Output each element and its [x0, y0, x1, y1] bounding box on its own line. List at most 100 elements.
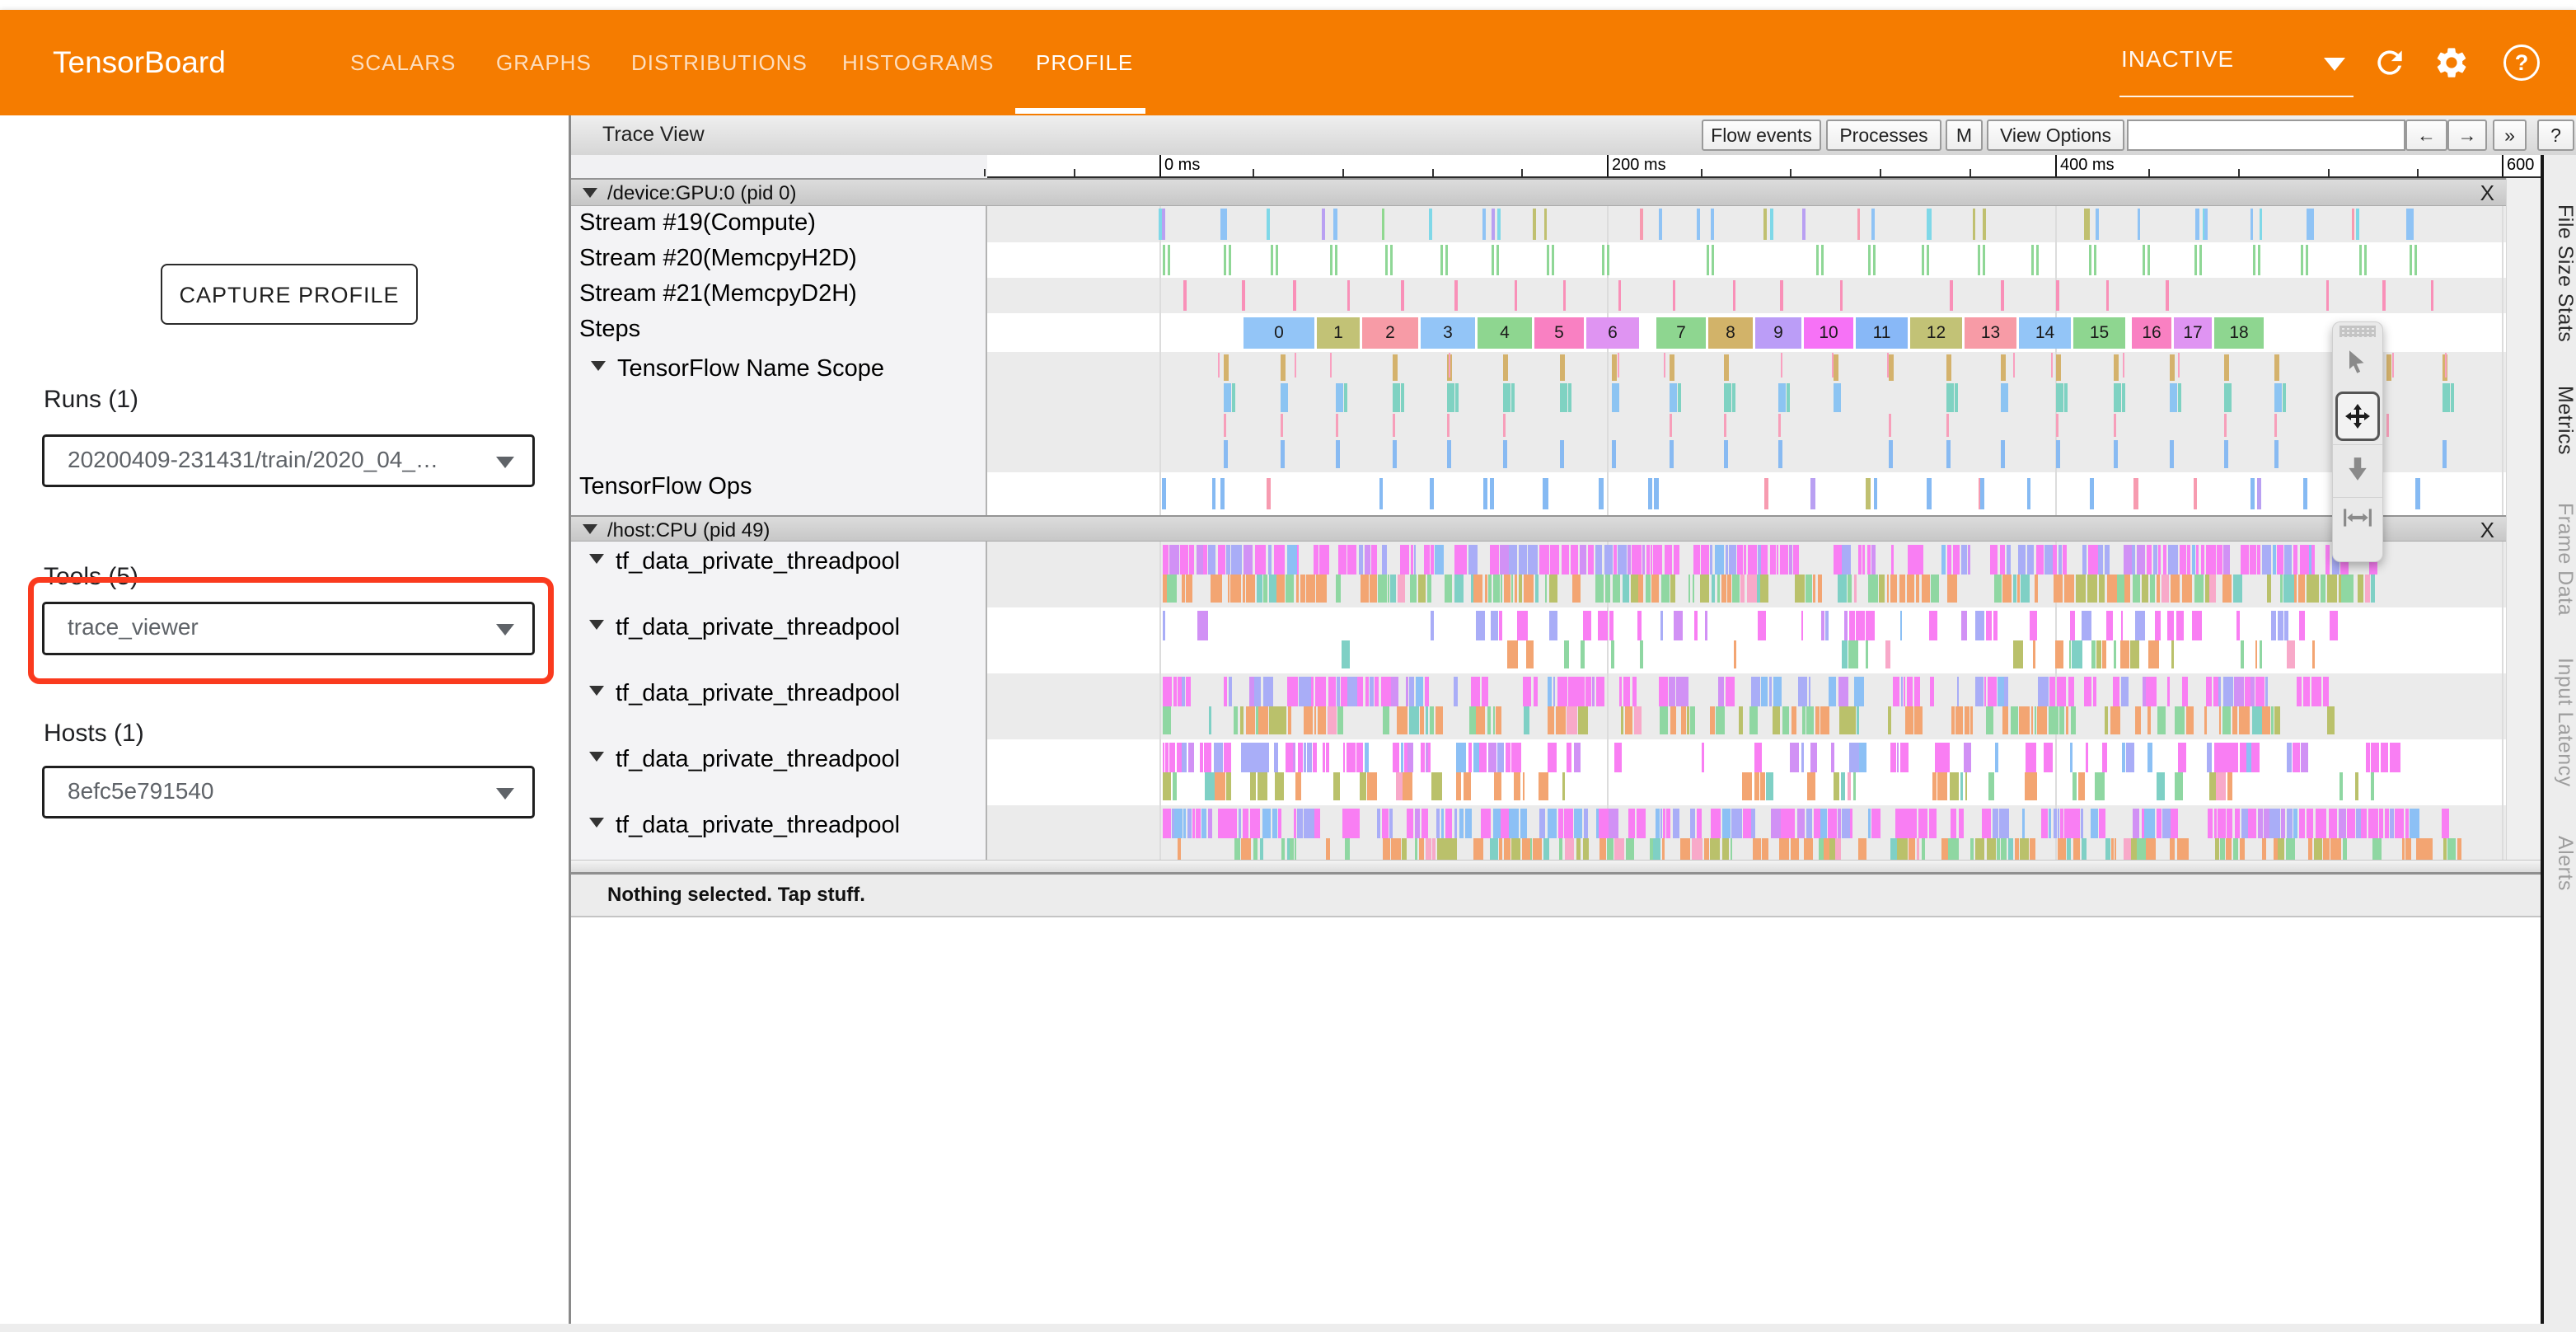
gpu-section-header[interactable]: /device:GPU:0 (pid 0) X [571, 178, 2506, 206]
tab-distributions[interactable]: DISTRIBUTIONS [631, 10, 808, 115]
tab-file-size-stats[interactable]: File Size Stats [2549, 204, 2576, 340]
tab-frame-data[interactable]: Frame Data [2549, 503, 2576, 614]
runs-select[interactable]: 20200409-231431/train/2020_04_… [42, 434, 535, 487]
hosts-label: Hosts (1) [44, 720, 144, 748]
trace-help-button[interactable]: ? [2537, 120, 2574, 151]
step-block-5[interactable]: 5 [1534, 317, 1584, 349]
capture-profile-button[interactable]: CAPTURE PROFILE [161, 264, 418, 325]
step-block-2[interactable]: 2 [1362, 317, 1418, 349]
tab-alerts[interactable]: Alerts [2549, 836, 2576, 898]
refresh-icon[interactable] [2372, 45, 2408, 81]
trace-tools-toolbar [2332, 321, 2383, 562]
ruler-minor-tick [1074, 169, 1075, 176]
step-block-7[interactable]: 7 [1656, 317, 1706, 349]
timing-tool-button[interactable] [2333, 497, 2382, 549]
tab-profile[interactable]: PROFILE [1036, 10, 1133, 115]
tab-histograms[interactable]: HISTOGRAMS [842, 10, 994, 115]
cpu-close-button[interactable]: X [2480, 518, 2494, 543]
detail-panel-body [571, 917, 2543, 1324]
time-ruler[interactable]: 0 ms200 ms400 ms600 [571, 155, 2543, 178]
step-block-4[interactable]: 4 [1478, 317, 1532, 349]
run-status-dropdown[interactable]: INACTIVE [2119, 10, 2354, 115]
track-label[interactable]: tf_data_private_threadpool [589, 614, 900, 641]
tools-select[interactable]: trace_viewer [42, 602, 535, 655]
step-block-17[interactable]: 17 [2174, 317, 2212, 349]
track-label[interactable]: tf_data_private_threadpool [589, 746, 900, 773]
cpu-section-header[interactable]: /host:CPU (pid 49) X [571, 515, 2506, 542]
track-label[interactable]: tf_data_private_threadpool [589, 680, 900, 707]
trace-view-title: Trace View [602, 123, 705, 147]
ruler-major-tick [2055, 155, 2057, 176]
gpu-close-button[interactable]: X [2480, 181, 2494, 206]
step-block-6[interactable]: 6 [1586, 317, 1639, 349]
track-label[interactable]: tf_data_private_threadpool [589, 812, 900, 839]
flow-events-button[interactable]: Flow events [1702, 120, 1821, 151]
chevron-down-icon [496, 457, 514, 468]
step-block-1[interactable]: 1 [1317, 317, 1360, 349]
tensorboard-logo: TensorBoard [53, 10, 226, 115]
step-block-12[interactable]: 12 [1910, 317, 1962, 349]
gear-icon[interactable] [2433, 45, 2470, 81]
step-block-14[interactable]: 14 [2019, 317, 2071, 349]
more-button[interactable]: » [2493, 120, 2527, 151]
processes-button[interactable]: Processes [1826, 120, 1941, 151]
tab-input-latency[interactable]: Input Latency [2549, 658, 2576, 791]
ruler-minor-tick [2238, 169, 2240, 176]
help-icon[interactable]: ? [2503, 45, 2540, 81]
horizontal-scroll-strip[interactable] [571, 860, 2543, 872]
ruler-minor-tick [2417, 169, 2419, 176]
metrics-m-button[interactable]: M [1946, 120, 1983, 151]
step-block-10[interactable]: 10 [1804, 317, 1853, 349]
zoom-tool-button[interactable] [2333, 444, 2382, 496]
track-label-text: Stream #20(MemcpyH2D) [579, 245, 857, 271]
step-block-16[interactable]: 16 [2132, 317, 2171, 349]
collapse-arrow-icon[interactable] [589, 818, 604, 828]
track-label-text: TensorFlow Ops [579, 473, 752, 500]
collapse-arrow-icon[interactable] [589, 686, 604, 696]
track-label-text: tf_data_private_threadpool [616, 812, 900, 838]
collapse-arrow-icon[interactable] [583, 524, 597, 534]
tools-select-value: trace_viewer [68, 614, 199, 640]
collapse-arrow-icon[interactable] [589, 620, 604, 630]
step-block-8[interactable]: 8 [1708, 317, 1753, 349]
track-label[interactable]: tf_data_private_threadpool [589, 548, 900, 575]
ruler-minor-tick [1701, 169, 1703, 176]
nav-left-button[interactable]: ← [2405, 120, 2447, 151]
ruler-major-tick [1607, 155, 1609, 176]
step-block-18[interactable]: 18 [2214, 317, 2264, 349]
tab-graphs[interactable]: GRAPHS [496, 10, 592, 115]
collapse-arrow-icon[interactable] [591, 361, 606, 371]
hosts-select[interactable]: 8efc5e791540 [42, 766, 535, 818]
pan-tool-button[interactable] [2335, 392, 2380, 441]
collapse-arrow-icon[interactable] [589, 752, 604, 762]
selection-tool-button[interactable] [2333, 339, 2382, 390]
ruler-tick-label: 400 ms [2060, 156, 2115, 175]
tab-metrics[interactable]: Metrics [2549, 386, 2576, 464]
runs-label: Runs (1) [44, 386, 138, 414]
ruler-corner [571, 155, 987, 178]
collapse-arrow-icon[interactable] [583, 188, 597, 198]
track-label-text: tf_data_private_threadpool [616, 548, 900, 575]
vertical-scrollbar[interactable] [2506, 178, 2543, 860]
view-options-button[interactable]: View Options [1987, 120, 2124, 151]
step-block-15[interactable]: 15 [2073, 317, 2125, 349]
step-block-13[interactable]: 13 [1965, 317, 2016, 349]
step-block-0[interactable]: 0 [1244, 317, 1314, 349]
collapse-arrow-icon[interactable] [589, 554, 604, 564]
chevron-down-icon [496, 624, 514, 636]
chevron-down-icon [496, 788, 514, 800]
dropdown-underline [2119, 96, 2354, 97]
ruler-minor-tick [1521, 169, 1523, 176]
ruler-minor-tick [2328, 169, 2330, 176]
step-block-11[interactable]: 11 [1856, 317, 1908, 349]
track-label[interactable]: TensorFlow Name Scope [591, 355, 884, 382]
runs-select-value: 20200409-231431/train/2020_04_… [68, 447, 438, 473]
tab-scalars[interactable]: SCALARS [350, 10, 456, 115]
drag-grip[interactable] [2339, 326, 2376, 337]
step-block-9[interactable]: 9 [1755, 317, 1801, 349]
track-label: Stream #20(MemcpyH2D) [579, 245, 857, 272]
trace-search-input[interactable] [2127, 120, 2405, 151]
step-block-3[interactable]: 3 [1421, 317, 1475, 349]
run-status-label: INACTIVE [2121, 46, 2234, 73]
nav-right-button[interactable]: → [2447, 120, 2487, 151]
